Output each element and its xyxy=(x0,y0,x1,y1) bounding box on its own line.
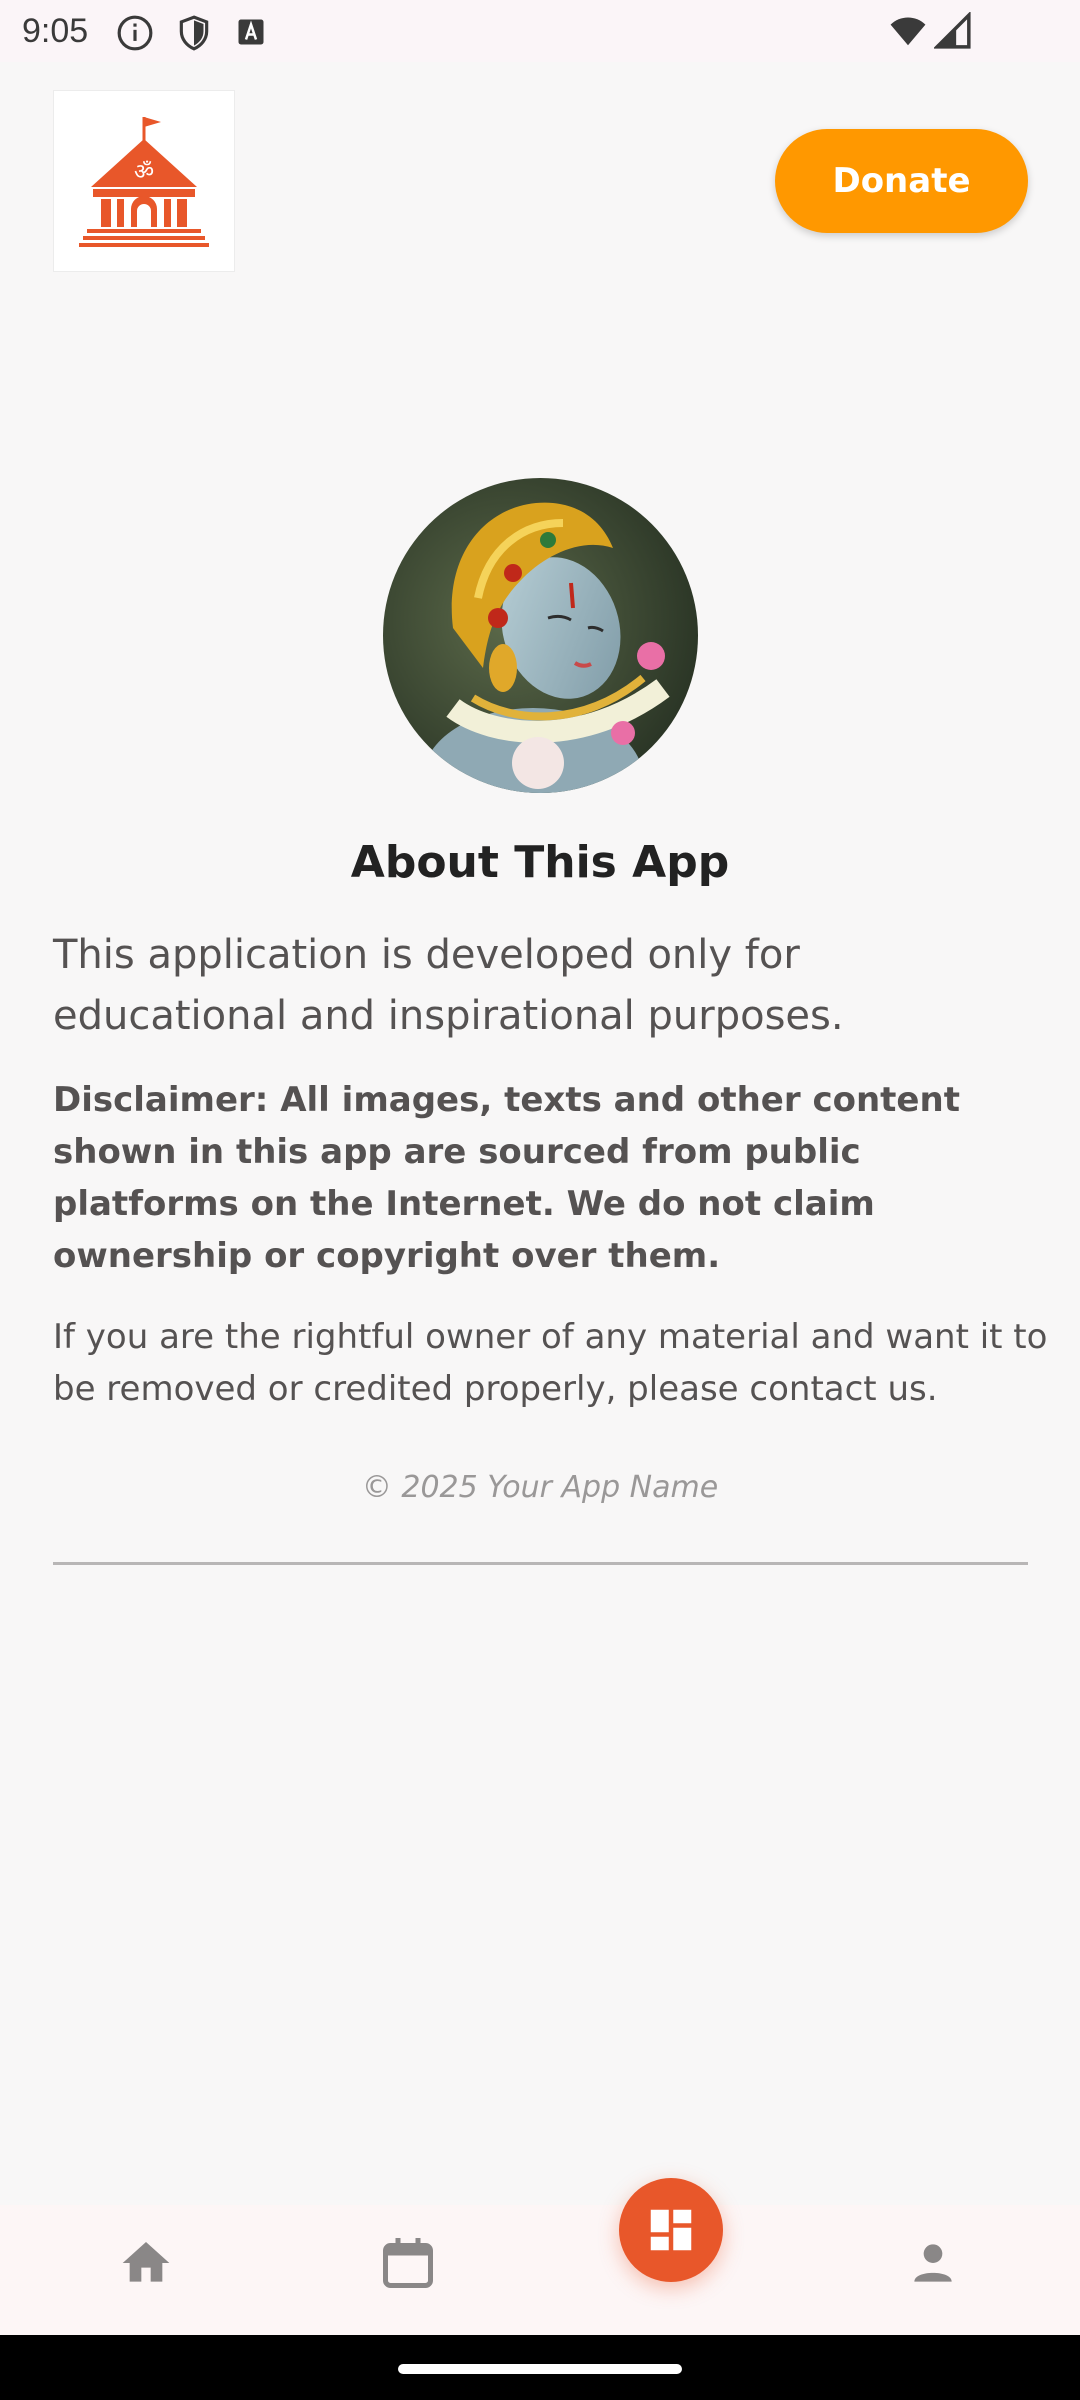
nav-calendar[interactable] xyxy=(378,2233,438,2293)
intro-paragraph: This application is developed only for e… xyxy=(53,932,844,1039)
home-icon xyxy=(122,2242,170,2282)
status-bar: 9:05 xyxy=(0,0,1080,62)
donate-button[interactable]: Donate xyxy=(775,129,1028,233)
status-time: 9:05 xyxy=(22,12,89,50)
copyright-text: © 2025 Your App Name xyxy=(361,1470,719,1505)
app-logo: ॐ xyxy=(53,90,235,272)
deity-portrait-image xyxy=(383,478,698,793)
cell-signal-icon xyxy=(932,10,972,54)
disclaimer-paragraph: Disclaimer: All images, texts and other … xyxy=(53,1080,960,1276)
gesture-handle[interactable] xyxy=(398,2364,682,2374)
nav-dashboard[interactable] xyxy=(619,2178,723,2282)
divider xyxy=(53,1562,1028,1565)
dashboard-icon xyxy=(650,2209,692,2251)
owner-notice-paragraph: If you are the rightful owner of any mat… xyxy=(53,1317,1048,1409)
calendar-icon xyxy=(383,2238,433,2288)
person-icon xyxy=(914,2244,952,2282)
info-icon xyxy=(116,14,154,56)
text-a-icon xyxy=(236,17,266,51)
temple-om-icon: ॐ xyxy=(79,117,209,247)
wifi-icon xyxy=(888,12,928,54)
nav-home[interactable] xyxy=(116,2233,176,2293)
page-title: About This App xyxy=(350,837,730,888)
svg-text:ॐ: ॐ xyxy=(134,160,154,185)
nav-profile[interactable] xyxy=(903,2233,963,2293)
shield-icon xyxy=(175,14,213,56)
